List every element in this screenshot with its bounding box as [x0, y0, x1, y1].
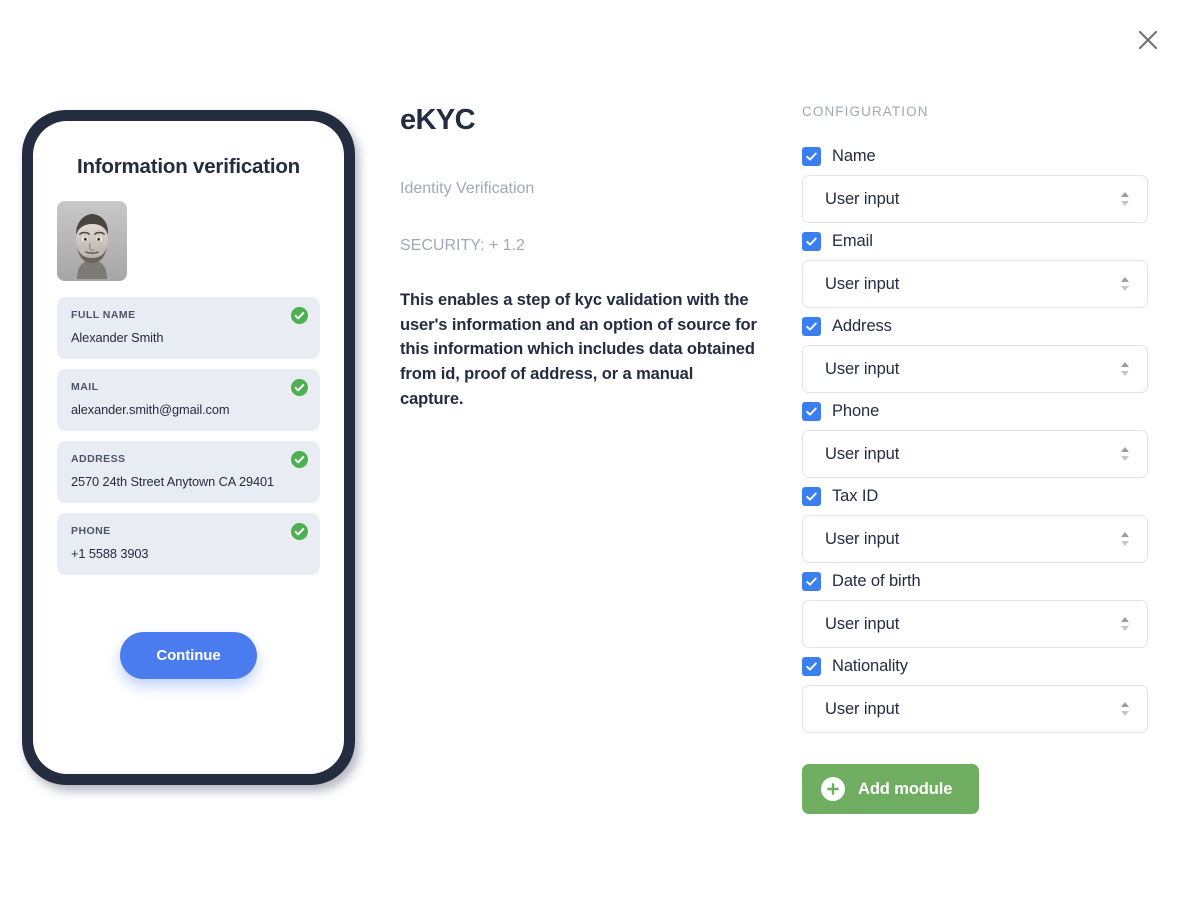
config-field-header: Date of birth — [802, 572, 1188, 591]
module-detail-dialog: Information verification FULL NAME Alexa… — [0, 0, 1188, 908]
source-select-value: User input — [825, 699, 900, 718]
checkbox-email[interactable] — [802, 232, 821, 251]
config-field-label: Tax ID — [832, 487, 879, 505]
spinner-arrows-icon — [1119, 613, 1131, 635]
module-security-score: SECURITY: + 1.2 — [400, 237, 525, 254]
continue-button-row: Continue — [57, 632, 320, 679]
source-select-tax-id[interactable]: User input — [802, 515, 1148, 563]
info-card-value: 2570 24th Street Anytown CA 29401 — [71, 474, 275, 489]
config-field-label: Address — [832, 317, 892, 335]
check-icon — [806, 322, 817, 331]
config-field-header: Tax ID — [802, 487, 1188, 506]
source-select-value: User input — [825, 529, 900, 548]
checkbox-phone[interactable] — [802, 402, 821, 421]
config-field-header: Nationality — [802, 657, 1188, 676]
spinner-arrows-icon — [1119, 698, 1131, 720]
source-select-value: User input — [825, 274, 900, 293]
config-field-tax-id: Tax ID User input — [802, 487, 1188, 563]
source-select-date-of-birth[interactable]: User input — [802, 600, 1148, 648]
check-icon — [806, 492, 817, 501]
info-card-label: ADDRESS — [71, 453, 126, 465]
plus-icon — [821, 777, 845, 801]
info-card-label: PHONE — [71, 525, 111, 537]
config-field-name: Name User input — [802, 147, 1188, 223]
phone-screen: Information verification FULL NAME Alexa… — [33, 121, 344, 774]
info-card-full-name: FULL NAME Alexander Smith — [57, 297, 320, 359]
config-field-nationality: Nationality User input — [802, 657, 1188, 733]
spinner-arrows-icon — [1119, 443, 1131, 465]
source-select-value: User input — [825, 189, 900, 208]
verified-check-icon — [291, 451, 308, 468]
spinner-arrows-icon — [1119, 358, 1131, 380]
config-field-phone: Phone User input — [802, 402, 1188, 478]
spinner-arrows-icon — [1119, 273, 1131, 295]
add-module-button[interactable]: Add module — [802, 764, 979, 814]
info-card-value: alexander.smith@gmail.com — [71, 402, 230, 417]
check-icon — [806, 407, 817, 416]
module-description-text: This enables a step of kyc validation wi… — [400, 291, 757, 408]
source-select-name[interactable]: User input — [802, 175, 1148, 223]
info-card-value: Alexander Smith — [71, 330, 164, 345]
info-card-address: ADDRESS 2570 24th Street Anytown CA 2940… — [57, 441, 320, 503]
continue-button[interactable]: Continue — [120, 632, 257, 679]
config-field-label: Date of birth — [832, 572, 921, 590]
source-select-value: User input — [825, 359, 900, 378]
verified-check-icon — [291, 523, 308, 540]
check-icon — [806, 152, 817, 161]
checkbox-name[interactable] — [802, 147, 821, 166]
info-card-label: FULL NAME — [71, 309, 136, 321]
phone-screen-title: Information verification — [76, 155, 300, 178]
config-field-header: Phone — [802, 402, 1188, 421]
checkbox-tax-id[interactable] — [802, 487, 821, 506]
module-subtitle: Identity Verification — [400, 180, 535, 197]
check-icon — [806, 577, 817, 586]
config-field-address: Address User input — [802, 317, 1188, 393]
config-field-header: Name — [802, 147, 1188, 166]
source-select-value: User input — [825, 614, 900, 633]
source-select-value: User input — [825, 444, 900, 463]
config-field-date-of-birth: Date of birth User input — [802, 572, 1188, 648]
phone-mockup-frame: Information verification FULL NAME Alexa… — [22, 110, 355, 785]
config-field-header: Address — [802, 317, 1188, 336]
source-select-phone[interactable]: User input — [802, 430, 1148, 478]
verified-check-icon — [291, 379, 308, 396]
portrait-photo-icon — [57, 201, 127, 281]
check-icon — [806, 662, 817, 671]
configuration-column: CONFIGURATION Name User input Email User… — [802, 0, 1188, 814]
config-field-label: Phone — [832, 402, 880, 420]
verified-info-list: FULL NAME Alexander Smith MAIL alexander… — [57, 297, 320, 575]
module-description-column: eKYC Identity Verification SECURITY: + 1… — [400, 0, 802, 412]
source-select-email[interactable]: User input — [802, 260, 1148, 308]
config-field-label: Name — [832, 147, 876, 165]
configuration-heading: CONFIGURATION — [802, 104, 929, 119]
checkbox-nationality[interactable] — [802, 657, 821, 676]
config-field-header: Email — [802, 232, 1188, 251]
checkbox-address[interactable] — [802, 317, 821, 336]
info-card-value: +1 5588 3903 — [71, 546, 149, 561]
source-select-nationality[interactable]: User input — [802, 685, 1148, 733]
add-module-label: Add module — [858, 779, 953, 798]
spinner-arrows-icon — [1119, 188, 1131, 210]
module-title: eKYC — [400, 104, 476, 136]
checkbox-date-of-birth[interactable] — [802, 572, 821, 591]
info-card-phone: PHONE +1 5588 3903 — [57, 513, 320, 575]
config-field-label: Email — [832, 232, 873, 250]
avatar — [57, 201, 127, 281]
config-field-label: Nationality — [832, 657, 908, 675]
config-field-email: Email User input — [802, 232, 1188, 308]
source-select-address[interactable]: User input — [802, 345, 1148, 393]
info-card-mail: MAIL alexander.smith@gmail.com — [57, 369, 320, 431]
check-icon — [806, 237, 817, 246]
verified-check-icon — [291, 307, 308, 324]
info-card-label: MAIL — [71, 381, 99, 393]
spinner-arrows-icon — [1119, 528, 1131, 550]
